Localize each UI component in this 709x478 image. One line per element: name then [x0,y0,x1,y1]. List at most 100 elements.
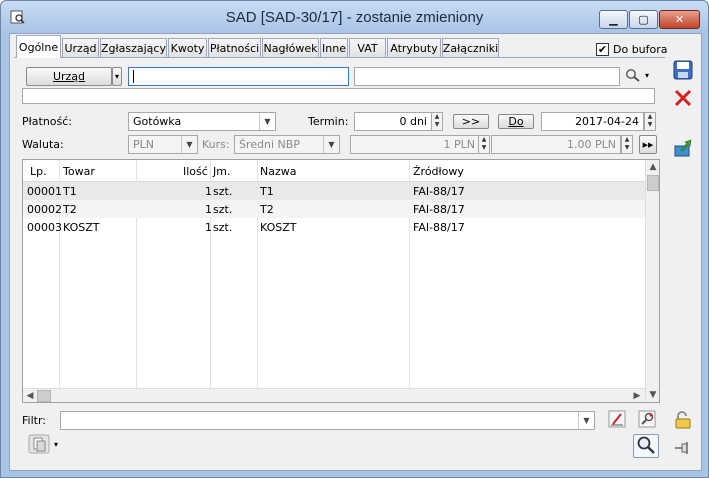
scroll-thumb[interactable] [37,390,51,402]
do-button[interactable]: Do [498,114,534,129]
table-row[interactable]: 00002 T2 1 szt. T2 FAI-88/17 [23,200,645,218]
title-bar[interactable]: SAD [SAD-30/17] - zostanie zmieniony ▁ ▢… [1,1,708,33]
urzad-button-label: Urząd [52,70,86,83]
termin-spinner[interactable]: ▲ ▼ [431,112,443,131]
filter-input[interactable]: ▼ [60,411,595,430]
cell-towar: T1 [63,185,77,198]
tab-ogolne[interactable]: Ogólne [16,35,61,58]
maximize-button[interactable]: ▢ [629,10,658,29]
termin-label: Termin: [308,115,349,128]
tab-vat[interactable]: VAT [349,38,386,57]
minimize-icon: ▁ [609,13,618,26]
scroll-left-icon[interactable]: ◀ [23,389,37,402]
cell-nazwa: KOSZT [260,221,297,234]
chevron-down-icon[interactable]: ▾ [645,71,649,80]
magnifier-icon [625,68,641,85]
urzad-menu-button[interactable]: ▾ [112,67,122,86]
rate-value: 1.00 PLN [567,138,616,151]
cell-ilosc: 1 [205,203,212,216]
forward-button[interactable]: ▶▶ [639,135,657,154]
cell-ilosc: 1 [205,221,212,234]
pin-icon [673,438,693,461]
urzad-button[interactable]: Urząd [26,67,112,86]
payment-select[interactable]: Gotówka ▼ [128,112,276,131]
vertical-scrollbar[interactable]: ▲ ▼ [645,160,659,402]
due-date-value: 2017-04-24 [575,115,639,128]
horizontal-scrollbar[interactable]: ◀ ▶ [23,388,645,402]
print-button[interactable] [24,434,54,456]
tab-urzad[interactable]: Urząd [62,38,99,57]
tab-zalaczniki[interactable]: Załączniki [442,38,499,57]
filter-builder-icon [638,410,656,431]
scroll-thumb[interactable] [647,175,659,191]
cell-lp: 00003 [27,221,62,234]
column-header-nazwa[interactable]: Nazwa [260,165,296,178]
tab-naglowek[interactable]: Nagłówek [262,38,319,57]
app-window: SAD [SAD-30/17] - zostanie zmieniony ▁ ▢… [0,0,709,478]
filter-builder-button[interactable] [636,409,658,431]
tab-inne[interactable]: Inne [320,38,348,57]
rate-value-spinner[interactable]: ▲ ▼ [621,135,633,154]
urzad-name-input[interactable] [354,67,620,86]
chevron-down-icon: ▼ [259,113,275,130]
close-button[interactable]: ✕ [659,10,700,29]
export-button[interactable] [672,138,694,160]
pin-button[interactable] [672,438,694,460]
column-header-ilosc[interactable]: Ilość [183,165,208,178]
text-caret [133,70,134,83]
items-grid[interactable]: Lp. Towar Ilość Jm. Nazwa Źródłowy 00001… [22,159,660,403]
table-row[interactable]: 00003 KOSZT 1 szt. KOSZT FAI-88/17 [23,218,645,236]
termin-value: 0 dni [399,115,427,128]
due-date-spinner[interactable]: ▲ ▼ [644,112,656,131]
spin-up-icon: ▲ [624,136,630,143]
tab-atrybuty[interactable]: Atrybuty [387,38,441,57]
cell-towar: KOSZT [63,221,100,234]
cancel-button[interactable] [672,88,694,110]
urzad-code-input[interactable] [128,67,349,86]
cell-lp: 00002 [27,203,62,216]
scroll-down-icon[interactable]: ▼ [646,388,659,402]
spin-down-icon: ▼ [481,144,487,151]
cell-jm: szt. [213,203,233,216]
do-bufora-label: Do bufora [613,43,668,56]
currency-select[interactable]: PLN ▼ [128,135,198,154]
urzad-address-field [22,88,655,104]
due-date-input[interactable]: 2017-04-24 [541,112,644,131]
cell-zrodlowy: FAI-88/17 [413,203,465,216]
tab-strip-divider [14,57,665,58]
kurs-select[interactable]: Średni NBP ▼ [234,135,340,154]
tab-platnosci[interactable]: Płatności [208,38,261,57]
rate-value-input[interactable]: 1.00 PLN [491,135,621,154]
print-menu-chevron-icon[interactable]: ▾ [54,440,58,449]
tab-zglaszajacy[interactable]: Zgłaszający [100,38,167,57]
cell-towar: T2 [63,203,77,216]
lookup-button[interactable] [621,67,645,86]
column-header-lp[interactable]: Lp. [30,165,47,178]
cell-zrodlowy: FAI-88/17 [413,185,465,198]
advance-date-button[interactable]: >> [453,114,489,129]
cell-nazwa: T2 [260,203,274,216]
rate-amount-spinner[interactable]: ▲ ▼ [478,135,490,154]
unlock-button[interactable] [672,410,694,432]
chevron-down-icon: ▼ [323,136,339,153]
save-button[interactable] [672,60,694,82]
chevron-down-icon: ▼ [578,412,594,429]
grid-header: Lp. Towar Ilość Jm. Nazwa Źródłowy [23,160,645,182]
chevron-down-icon: ▾ [114,72,119,81]
column-header-jm[interactable]: Jm. [213,165,230,178]
scroll-up-icon[interactable]: ▲ [646,160,659,174]
search-button[interactable] [633,434,659,458]
table-row[interactable]: 00001 T1 1 szt. T1 FAI-88/17 [23,182,645,200]
scroll-right-icon[interactable]: ▶ [630,389,644,402]
column-header-zrodlowy[interactable]: Źródłowy [413,165,464,178]
spin-down-icon: ▼ [647,121,653,128]
cell-zrodlowy: FAI-88/17 [413,221,465,234]
minimize-button[interactable]: ▁ [599,10,628,29]
column-header-towar[interactable]: Towar [63,165,95,178]
do-bufora-checkbox[interactable]: ✔ [596,43,609,56]
cell-jm: szt. [213,221,233,234]
clear-filter-button[interactable] [606,409,628,431]
termin-input[interactable]: 0 dni [354,112,432,131]
tab-kwoty[interactable]: Kwoty [168,38,207,57]
rate-amount-input[interactable]: 1 PLN [350,135,480,154]
